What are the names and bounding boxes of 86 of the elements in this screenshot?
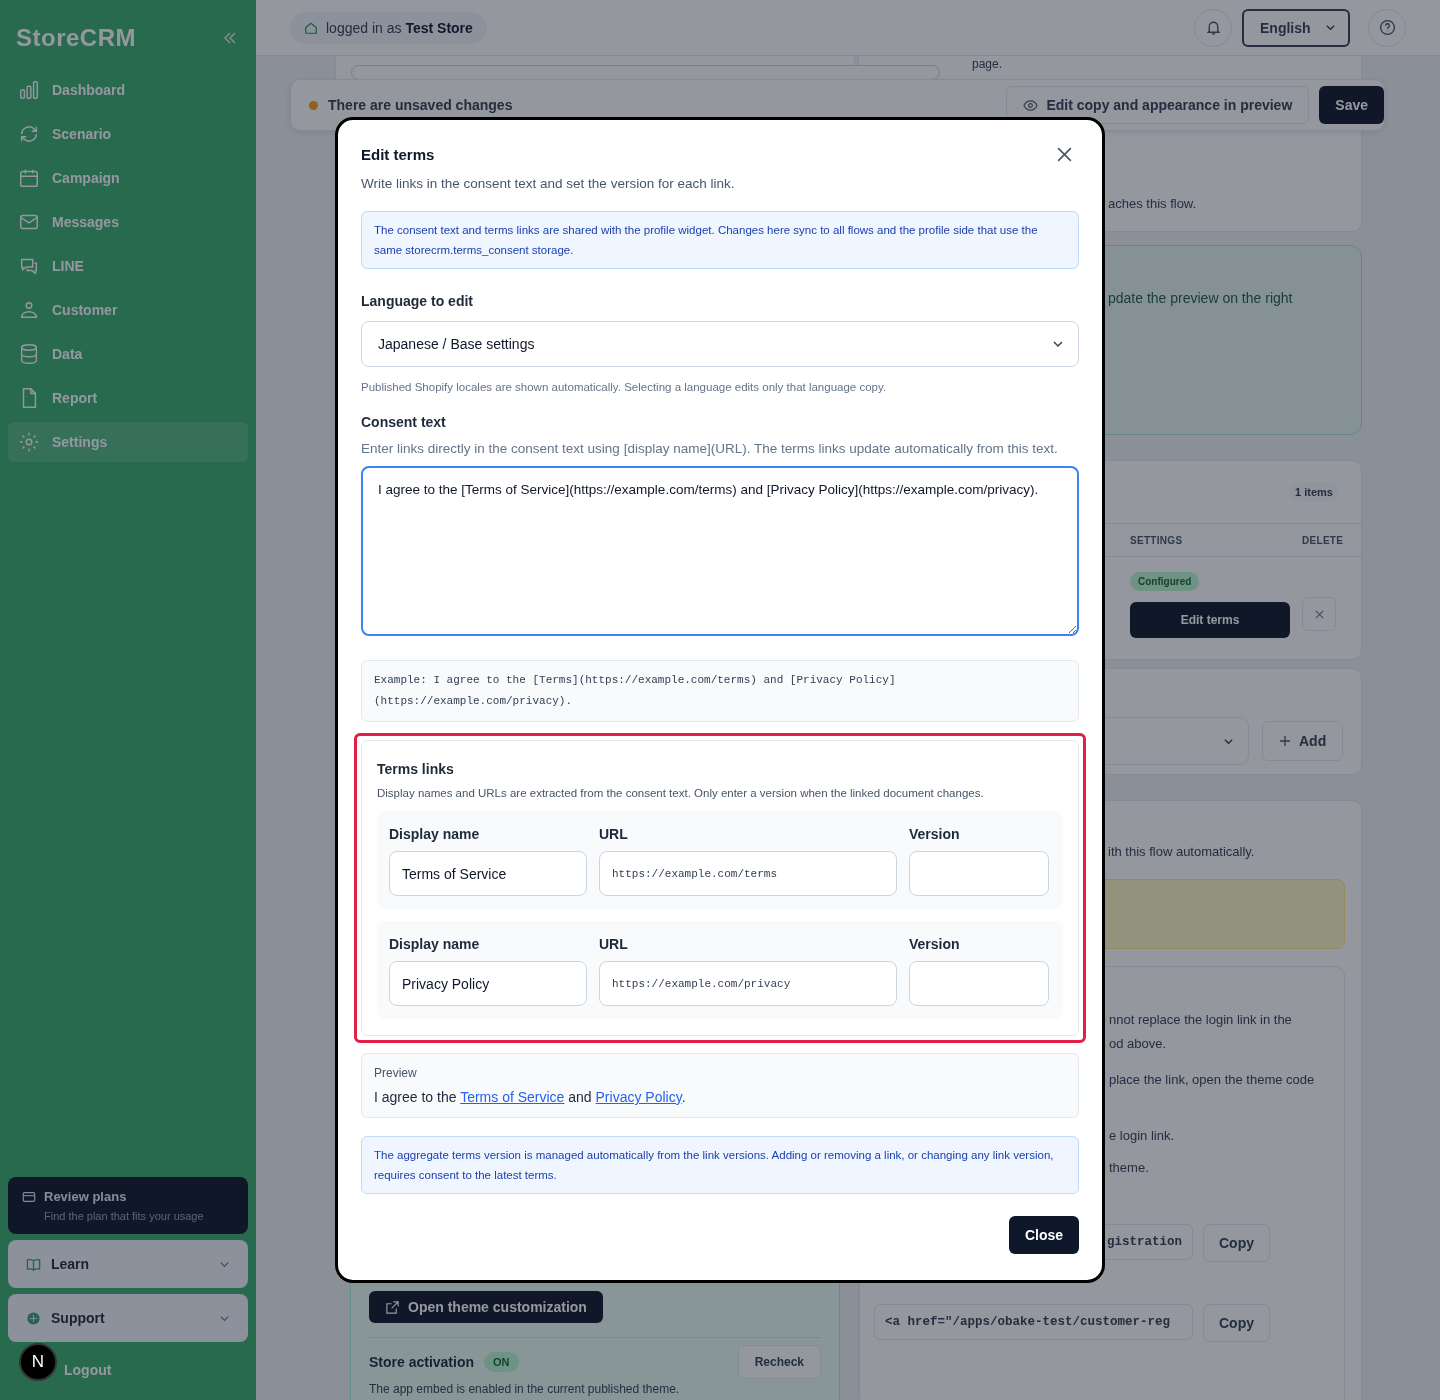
delete-button[interactable]: [1302, 597, 1336, 631]
book-icon: [26, 1256, 41, 1272]
terms-link[interactable]: Privacy Policy: [595, 1089, 682, 1105]
field-label: Consent text: [361, 414, 447, 430]
bell-icon: [1204, 19, 1222, 36]
column-header: SETTINGS: [1130, 534, 1184, 546]
preview-button[interactable]: Edit copy and appearance in preview: [1006, 86, 1310, 124]
note-text: page.: [972, 57, 1003, 71]
help-icon: [1378, 19, 1396, 36]
preview-text: I agree to the Terms of Service and Privacy Policy.: [374, 1089, 687, 1105]
field-label: Version: [909, 936, 961, 952]
close-icon[interactable]: [1056, 146, 1073, 163]
dialog-title: Edit terms: [361, 146, 435, 163]
column-header: DELETE: [1302, 534, 1345, 546]
app-logo: StoreCRM: [16, 24, 136, 52]
note-text: ith this flow automatically.: [1108, 844, 1255, 859]
recheck-button[interactable]: Recheck: [737, 1345, 821, 1379]
language-select[interactable]: English: [1242, 8, 1350, 47]
field-label: Language to edit: [361, 293, 474, 309]
close-button[interactable]: Close: [1008, 1216, 1079, 1254]
language-select[interactable]: Japanese / Base settings: [361, 321, 1079, 367]
preview-label: Preview: [374, 1066, 418, 1080]
person-icon: [18, 299, 40, 321]
example-text: Example: I agree to the [Terms](https://example.com/terms) and [Privacy Policy](https://example.com/privacy).: [361, 660, 1079, 722]
promo-subtitle: Find the plan that fits your usage: [43, 1210, 205, 1222]
plus-icon: [1279, 735, 1291, 747]
activation-label: Store activation: [369, 1354, 475, 1370]
copy-button[interactable]: Copy: [1203, 1304, 1270, 1342]
version-field[interactable]: [909, 851, 1049, 896]
sync-notice: The consent text and terms links are shared with the profile widget. Changes here sync to all flows and the profile side that use the same storecrm.terms_consent storage.: [361, 211, 1079, 269]
field-label: URL: [599, 936, 629, 952]
theme-customization-button[interactable]: Open theme customization: [369, 1291, 603, 1323]
instruction-text: nnot replace the login link in the: [1109, 1011, 1292, 1029]
add-button[interactable]: Add: [1262, 721, 1344, 761]
status-badge: ON: [484, 1352, 519, 1372]
promo-title: Review plans: [44, 1189, 127, 1204]
url-field[interactable]: https://example.com/terms: [599, 851, 897, 896]
unsaved-message: There are unsaved changes: [328, 97, 514, 113]
external-link-icon: [385, 1299, 400, 1315]
warning-dot: [309, 100, 318, 110]
field-label: Display name: [389, 826, 481, 842]
chevron-icon: [1052, 338, 1064, 350]
login-status: logged in as Test Store: [290, 11, 487, 44]
code-field[interactable]: <a href="/apps/obake-test/customer-reg: [874, 1304, 1193, 1340]
display-name-field[interactable]: Privacy Policy: [389, 961, 587, 1006]
home-icon: [304, 20, 318, 35]
copy-button[interactable]: Copy: [1203, 1224, 1270, 1262]
terms-link[interactable]: Terms of Service: [460, 1089, 565, 1105]
instruction-text: theme.: [1109, 1159, 1149, 1177]
display-name-field[interactable]: Terms of Service: [389, 851, 587, 896]
sidebar-menu[interactable]: Learn: [8, 1240, 248, 1288]
field-label: Display name: [389, 936, 481, 952]
section-description: Display names and URLs are extracted from the consent text. Only enter a version when the linked document changes.: [377, 787, 985, 799]
help-text: Published Shopify locales are shown automatically. Selecting a language edits only that language copy.: [361, 381, 888, 393]
help-text: Enter links directly in the consent text using [display name](URL). The terms links update automatically from this text.: [361, 441, 1059, 456]
item-count-badge: 1 items: [1289, 482, 1339, 502]
field-label: Version: [909, 826, 961, 842]
help-button[interactable]: [1368, 8, 1406, 47]
field-label: URL: [599, 826, 629, 842]
hint-text: pdate the preview on the right: [1108, 290, 1293, 306]
instruction-text: e login link.: [1109, 1127, 1175, 1145]
consent-text-field[interactable]: I agree to the [Terms of Service](https://example.com/terms) and [Privacy Policy](https://example.com/privacy).: [361, 466, 1079, 636]
review-plans-card[interactable]: Review plans Find the plan that fits your usage: [8, 1177, 248, 1234]
sidebar-menu[interactable]: Support: [8, 1294, 248, 1342]
bar-chart-icon: [18, 79, 40, 101]
chevron-icon: [1325, 22, 1336, 33]
credit-card-icon: [22, 1189, 36, 1204]
instruction-text: od above.: [1109, 1035, 1167, 1053]
dialog-subtitle: Write links in the consent text and set the version for each link.: [361, 176, 736, 191]
refresh-icon: [18, 123, 40, 145]
section-title: Terms links: [377, 761, 455, 777]
status-badge: Configured: [1130, 572, 1200, 591]
save-button[interactable]: Save: [1319, 86, 1384, 124]
calendar-icon: [18, 167, 40, 189]
note-text: aches this flow.: [1108, 196, 1197, 211]
notifications-button[interactable]: [1194, 8, 1232, 47]
version-notice: The aggregate terms version is managed automatically from the link versions. Adding or removing a link, or changing any link version, requires consent to the latest terms.: [361, 1136, 1079, 1194]
url-field[interactable]: https://example.com/privacy: [599, 961, 897, 1006]
eye-icon: [1023, 97, 1039, 113]
edit-terms-button[interactable]: Edit terms: [1130, 602, 1290, 638]
collapse-icon[interactable]: [222, 30, 238, 46]
database-icon: [18, 343, 40, 365]
instruction-text: place the link, open the theme code: [1109, 1071, 1315, 1089]
activation-note: The app embed is enabled in the current published theme.: [369, 1382, 681, 1396]
version-field[interactable]: [909, 961, 1049, 1006]
close-icon: [1313, 608, 1325, 620]
